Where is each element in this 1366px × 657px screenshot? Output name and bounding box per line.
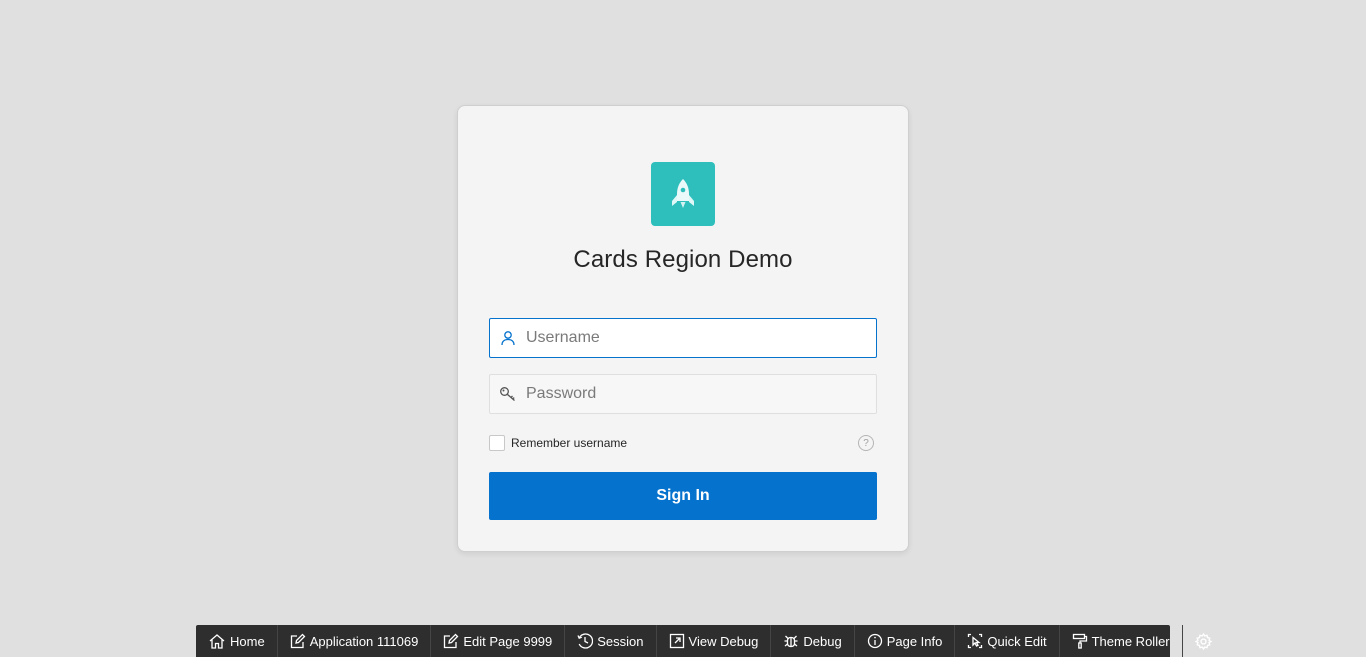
sign-in-button[interactable]: Sign In xyxy=(489,472,877,520)
toolbar-home-label: Home xyxy=(230,633,265,649)
developer-toolbar: Home Application 111069 Edit Page 9999 S… xyxy=(196,625,1212,657)
external-link-icon xyxy=(669,633,684,649)
remember-checkbox[interactable] xyxy=(489,435,505,451)
toolbar-home[interactable]: Home xyxy=(196,625,278,657)
user-icon xyxy=(490,319,526,357)
toolbar-page-info[interactable]: Page Info xyxy=(855,625,956,657)
gear-icon xyxy=(1194,632,1212,650)
toolbar-quick-edit-label: Quick Edit xyxy=(987,633,1047,649)
quick-edit-icon xyxy=(968,633,983,649)
question-circle-icon[interactable]: ? xyxy=(858,435,874,451)
toolbar-application-label: Application 111069 xyxy=(309,633,419,649)
password-field[interactable] xyxy=(489,374,877,414)
username-field[interactable] xyxy=(489,318,877,358)
key-icon xyxy=(490,375,526,413)
bug-icon xyxy=(784,635,798,648)
app-title: Cards Region Demo xyxy=(573,246,793,273)
toolbar-settings[interactable] xyxy=(1183,625,1228,657)
toolbar-session-label: Session xyxy=(597,633,644,649)
toolbar-theme-roller[interactable]: Theme Roller xyxy=(1060,625,1183,657)
toolbar-view-debug-label: View Debug xyxy=(688,633,759,649)
toolbar-edit-page[interactable]: Edit Page 9999 xyxy=(431,625,566,657)
edit-icon xyxy=(290,633,306,649)
toolbar-theme-roller-label: Theme Roller xyxy=(1091,633,1170,649)
home-icon xyxy=(209,634,225,649)
toolbar-application[interactable]: Application 111069 xyxy=(278,625,432,657)
rocket-icon xyxy=(651,162,715,226)
clock-icon xyxy=(577,633,594,649)
remember-label[interactable]: Remember username xyxy=(511,436,627,450)
info-icon xyxy=(867,633,882,649)
username-input[interactable] xyxy=(526,319,876,357)
edit-icon xyxy=(444,633,459,649)
remember-row: Remember username ? xyxy=(489,434,877,452)
toolbar-session[interactable]: Session xyxy=(565,625,657,657)
toolbar-quick-edit[interactable]: Quick Edit xyxy=(955,625,1060,657)
login-card: Cards Region Demo Remember username ? Si… xyxy=(457,105,909,552)
toolbar-debug-label: Debug xyxy=(803,633,842,649)
password-input[interactable] xyxy=(526,375,876,413)
toolbar-page-info-label: Page Info xyxy=(886,633,943,649)
toolbar-debug[interactable]: Debug xyxy=(771,625,855,657)
toolbar-view-debug[interactable]: View Debug xyxy=(657,625,772,657)
toolbar-edit-page-label: Edit Page 9999 xyxy=(463,633,553,649)
paint-roller-icon xyxy=(1072,633,1087,649)
